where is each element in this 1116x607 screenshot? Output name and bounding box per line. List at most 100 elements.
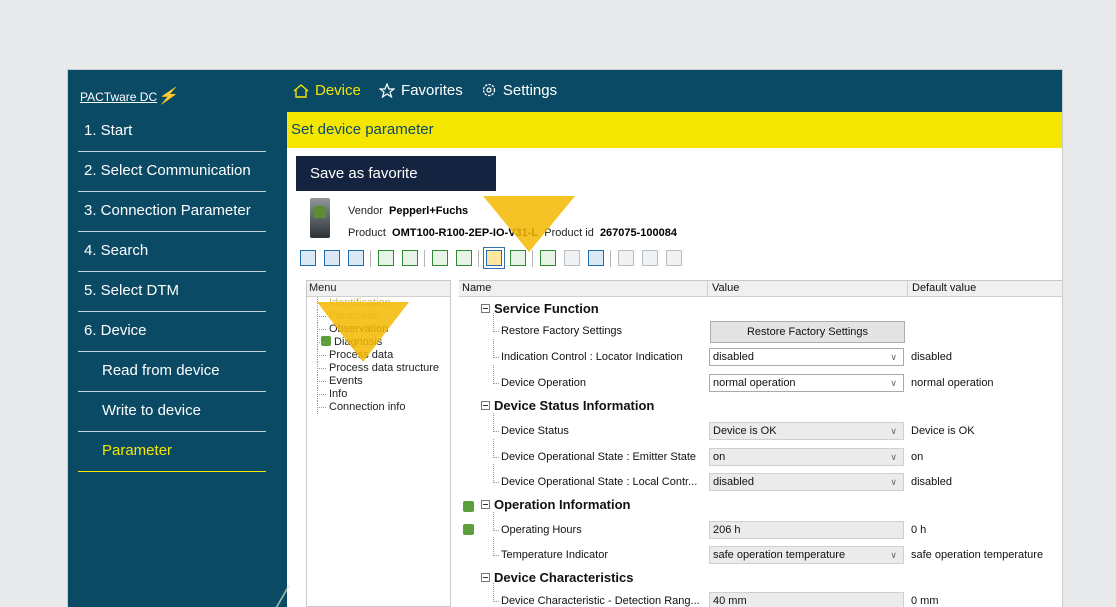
window-icon[interactable] <box>324 250 340 266</box>
diagnosis-icon[interactable] <box>483 247 505 269</box>
device-operation-select[interactable]: normal operation ∨ <box>709 374 904 392</box>
sidebar-item-parameter[interactable]: Parameter <box>78 432 266 472</box>
column-header-value: Value <box>712 282 740 294</box>
download-icon[interactable] <box>564 250 580 266</box>
select-value: normal operation <box>713 377 796 389</box>
temperature-indicator-field[interactable]: safe operation temperature ∨ <box>709 546 904 564</box>
chevron-down-icon: ∨ <box>890 452 897 462</box>
sidebar-item-write-to-device[interactable]: Write to device <box>78 392 266 432</box>
tab-settings-label: Settings <box>502 82 558 99</box>
field-value: 40 mm <box>713 595 747 607</box>
chevron-down-icon: ∨ <box>890 477 897 487</box>
field-value: 206 h <box>713 524 741 536</box>
print-icon[interactable] <box>666 250 682 266</box>
row-label: Device Operational State : Emitter State <box>492 439 697 463</box>
menu-item-connection-info[interactable]: Connection info <box>307 401 450 414</box>
menu-item-process-data-structure[interactable]: Process data structure <box>307 362 450 375</box>
page-title: Set device parameter <box>287 112 1062 148</box>
highlight-arrow <box>483 196 575 252</box>
row-label: Indication Control : Locator Indication <box>493 339 683 363</box>
field-value: Device is OK <box>713 425 777 437</box>
group-operation-information[interactable]: Operation Information <box>481 497 631 512</box>
row-label: Restore Factory Settings <box>492 313 623 337</box>
row-label: Operating Hours <box>493 512 582 536</box>
sidebar-item-select-dtm[interactable]: 5. Select DTM <box>78 272 266 312</box>
restore-factory-settings-button[interactable]: Restore Factory Settings <box>710 321 905 343</box>
menu-item-info[interactable]: Info <box>307 388 450 401</box>
tab-device-label: Device <box>315 82 361 99</box>
default-value: disabled <box>911 351 952 363</box>
collapse-icon[interactable] <box>481 573 490 582</box>
tab-device[interactable]: Device <box>293 82 361 99</box>
field-value: disabled <box>713 476 754 488</box>
tab-favorites[interactable]: Favorites <box>378 82 463 99</box>
vendor-row: Vendor Pepperl+Fuchs <box>348 205 468 217</box>
sidebar-item-search[interactable]: 4. Search <box>78 232 266 272</box>
upload-icon[interactable] <box>540 250 556 266</box>
row-label: Temperature Indicator <box>493 537 608 561</box>
group-title: Operation Information <box>494 497 631 512</box>
row-label: Device Status <box>493 413 569 437</box>
menu-item-label: Events <box>329 375 363 387</box>
device-status-field[interactable]: Device is OK ∨ <box>709 422 904 440</box>
toolbar-separator <box>370 250 371 267</box>
sidebar-item-read-from-device[interactable]: Read from device <box>78 352 266 392</box>
sidebar-item-connection-parameter[interactable]: 3. Connection Parameter <box>78 192 266 232</box>
sidebar-item-device[interactable]: 6. Device <box>78 312 266 352</box>
top-nav: Device Favorites Settings <box>287 70 1062 112</box>
brand-logo[interactable]: PACTware DC⚡ <box>68 70 287 112</box>
collapse-icon[interactable] <box>481 304 490 313</box>
column-divider <box>707 281 708 297</box>
group-title: Service Function <box>494 301 599 316</box>
tab-favorites-label: Favorites <box>401 82 463 99</box>
group-service-function[interactable]: Service Function <box>481 301 599 316</box>
collapse-icon[interactable] <box>481 500 490 509</box>
chart-icon[interactable] <box>588 250 604 266</box>
connect-icon[interactable] <box>378 250 394 266</box>
parameter-grid: Name Value Default value Service Functio… <box>459 280 1062 607</box>
panel-icon[interactable] <box>348 250 364 266</box>
disconnect-icon[interactable] <box>402 250 418 266</box>
read-icon[interactable] <box>432 250 448 266</box>
toolbar-separator <box>532 250 533 267</box>
write-icon[interactable] <box>456 250 472 266</box>
chevron-down-icon: ∨ <box>890 378 897 388</box>
menu-item-label: Connection info <box>329 401 406 413</box>
collapse-icon[interactable] <box>481 401 490 410</box>
row-label: Device Characteristic - Detection Rang..… <box>493 583 700 607</box>
save-as-favorite-button[interactable]: Save as favorite <box>296 156 496 191</box>
grid-header: Name Value Default value <box>459 281 1062 297</box>
sidebar: PACTware DC⚡ 1. Start 2. Select Communic… <box>68 70 291 607</box>
tab-settings[interactable]: Settings <box>481 82 557 99</box>
field-value: on <box>713 451 726 463</box>
gear-icon <box>482 83 496 97</box>
locator-indication-select[interactable]: disabled ∨ <box>709 348 904 366</box>
vendor-value: Pepperl+Fuchs <box>389 205 469 217</box>
parameter-icon[interactable] <box>510 250 526 266</box>
sidebar-item-start[interactable]: 1. Start <box>78 112 266 152</box>
main-panel: Device Favorites Settings Set device par… <box>287 70 1062 607</box>
detection-range-field: 40 mm <box>709 592 904 607</box>
group-device-status-information[interactable]: Device Status Information <box>481 398 654 413</box>
menu-item-events[interactable]: Events <box>307 375 450 388</box>
chevron-down-icon: ∨ <box>890 550 897 560</box>
emitter-state-field[interactable]: on ∨ <box>709 448 904 466</box>
refresh-icon[interactable] <box>618 250 634 266</box>
group-title: Device Characteristics <box>494 570 634 585</box>
row-label: Device Operation <box>493 365 586 389</box>
default-value: disabled <box>911 476 952 488</box>
group-title: Device Status Information <box>494 398 655 413</box>
product-label: Product <box>348 227 386 239</box>
brand-name: PACTware DC <box>80 90 158 104</box>
status-icon <box>463 501 474 512</box>
sidebar-item-select-communication[interactable]: 2. Select Communication <box>78 152 266 192</box>
view-icon[interactable] <box>300 250 316 266</box>
lightning-icon: ⚡ <box>156 88 182 105</box>
menu-item-label: Info <box>329 388 348 400</box>
local-control-field[interactable]: disabled ∨ <box>709 473 904 491</box>
chevron-down-icon: ∨ <box>890 352 897 362</box>
delete-icon[interactable] <box>642 250 658 266</box>
home-icon <box>293 84 309 98</box>
group-device-characteristics[interactable]: Device Characteristics <box>481 570 633 585</box>
star-icon <box>378 82 396 99</box>
